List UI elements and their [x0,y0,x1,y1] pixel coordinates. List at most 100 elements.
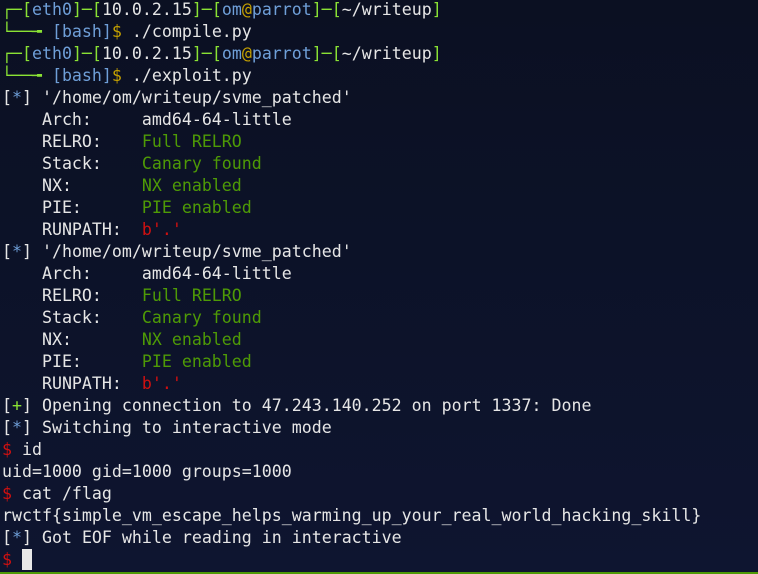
terminal-text-segment: └──╼ [2,22,52,41]
terminal-text-segment: [ [2,396,12,415]
terminal-text-segment: Arch: [2,264,142,283]
terminal-text-segment: ] '/home/om/writeup/svme_patched' [22,88,352,107]
terminal-text-segment: Stack: [2,308,142,327]
terminal-text-segment: $ [2,550,22,569]
terminal-text-segment: [ [2,418,12,437]
terminal-text-segment: ]─[ [71,0,102,19]
terminal-text-segment: ] Opening connection to 47.243.140.252 o… [22,396,592,415]
terminal-text-segment: [ [2,242,12,261]
terminal-text-segment: * [12,88,22,107]
terminal-line: ┌─[eth0]─[10.0.2.15]─[om@parrot]─[~/writ… [2,0,701,21]
terminal-text-segment: Canary found [141,154,262,173]
terminal-text-segment: Stack: [2,154,142,173]
terminal-text-segment: rwctf{simple_vm_escape_helps_warming_up_… [2,506,702,525]
terminal-line: [*] Switching to interactive mode [2,417,701,439]
terminal-text-segment: Canary found [141,308,262,327]
terminal-text-segment: ] [431,0,442,19]
terminal-text-segment: uid=1000 gid=1000 groups=1000 [2,462,292,481]
terminal-output[interactable]: ┌─[eth0]─[10.0.2.15]─[om@parrot]─[~/writ… [2,0,701,571]
terminal-text-segment: @ [241,0,252,19]
terminal-text-segment: cat /flag [21,484,112,503]
terminal-line: [*] '/home/om/writeup/svme_patched' [2,241,701,263]
terminal-line: └──╼ [bash]$ ./exploit.py [2,65,701,87]
terminal-text-segment: [ [2,528,12,547]
terminal-text-segment: ~/writeup [341,44,432,63]
terminal-text-segment: b'.' [141,220,182,239]
terminal-text-segment: ~/writeup [341,0,432,19]
terminal-text-segment: ] [431,44,442,63]
terminal-line: Arch: amd64-64-little [2,109,701,131]
terminal-text-segment: ]─[ [191,0,222,19]
terminal-text-segment: ./compile.py [131,22,252,41]
terminal-text-segment: ]─[ [71,44,102,63]
terminal-text-segment: om [221,0,242,19]
terminal-text-segment: [ [2,88,12,107]
terminal-line: $ cat /flag [2,483,701,505]
terminal-text-segment: ]─[ [191,44,222,63]
terminal-text-segment: * [12,418,22,437]
terminal-text-segment: * [12,528,22,547]
terminal-line: [*] '/home/om/writeup/svme_patched' [2,87,701,109]
terminal-text-segment: PIE enabled [141,352,252,371]
terminal-text-segment: ./exploit.py [131,66,252,85]
terminal-text-segment: RELRO: [2,286,142,305]
terminal-text-segment: NX: [2,330,142,349]
terminal-line: └──╼ [bash]$ ./compile.py [2,21,701,43]
terminal-line: PIE: PIE enabled [2,351,701,373]
terminal-text-segment: amd64-64-little [141,264,292,283]
terminal-cursor[interactable] [21,549,32,570]
terminal-line: $ [2,549,701,571]
terminal-line: Stack: Canary found [2,153,701,175]
terminal-text-segment: parrot [251,44,312,63]
terminal-text-segment: Arch: [2,110,142,129]
terminal-text-segment: [bash] [51,66,112,85]
terminal-line: NX: NX enabled [2,329,701,351]
terminal-text-segment: PIE: [2,352,142,371]
terminal-text-segment: ]─[ [311,0,342,19]
terminal-text-segment: Full RELRO [141,286,242,305]
terminal-text-segment: └──╼ [2,66,52,85]
terminal-text-segment: $ [2,440,22,459]
terminal-text-segment: amd64-64-little [141,110,292,129]
terminal-line: [+] Opening connection to 47.243.140.252… [2,395,701,417]
terminal-text-segment: @ [241,44,252,63]
terminal-text-segment: NX: [2,176,142,195]
terminal-text-segment: + [12,396,22,415]
terminal-line: [*] Got EOF while reading in interactive [2,527,701,549]
terminal-text-segment: ] Switching to interactive mode [22,418,332,437]
terminal-text-segment: ] Got EOF while reading in interactive [22,528,402,547]
terminal-text-segment: PIE: [2,198,142,217]
terminal-text-segment: RUNPATH: [2,374,142,393]
terminal-text-segment: RUNPATH: [2,220,142,239]
terminal-line: RUNPATH: b'.' [2,373,701,395]
terminal-text-segment: ]─[ [311,44,342,63]
terminal-text-segment: NX enabled [141,330,242,349]
terminal-text-segment: parrot [251,0,312,19]
terminal-text-segment: NX enabled [141,176,242,195]
terminal-text-segment: [bash] [51,22,112,41]
terminal-text-segment: $ [111,22,132,41]
terminal-text-segment: eth0 [31,0,72,19]
terminal-line: rwctf{simple_vm_escape_helps_warming_up_… [2,505,701,527]
terminal-text-segment: RELRO: [2,132,142,151]
terminal-text-segment: ┌─[ [2,44,32,63]
terminal-text-segment: Full RELRO [141,132,242,151]
terminal-text-segment: * [12,242,22,261]
terminal-line: RELRO: Full RELRO [2,131,701,153]
terminal-text-segment: $ [111,66,132,85]
terminal-text-segment: eth0 [31,44,72,63]
terminal-text-segment: 10.0.2.15 [101,0,192,19]
terminal-line: $ id [2,439,701,461]
terminal-line: NX: NX enabled [2,175,701,197]
terminal-line: Stack: Canary found [2,307,701,329]
terminal-text-segment: id [21,440,42,459]
terminal-line: ┌─[eth0]─[10.0.2.15]─[om@parrot]─[~/writ… [2,43,701,65]
terminal-line: Arch: amd64-64-little [2,263,701,285]
terminal-text-segment: $ [2,484,22,503]
terminal-line: uid=1000 gid=1000 groups=1000 [2,461,701,483]
terminal-text-segment: b'.' [141,374,182,393]
terminal-text-segment: PIE enabled [141,198,252,217]
terminal-line: RELRO: Full RELRO [2,285,701,307]
terminal-text-segment: ] '/home/om/writeup/svme_patched' [22,242,352,261]
terminal-text-segment: 10.0.2.15 [101,44,192,63]
